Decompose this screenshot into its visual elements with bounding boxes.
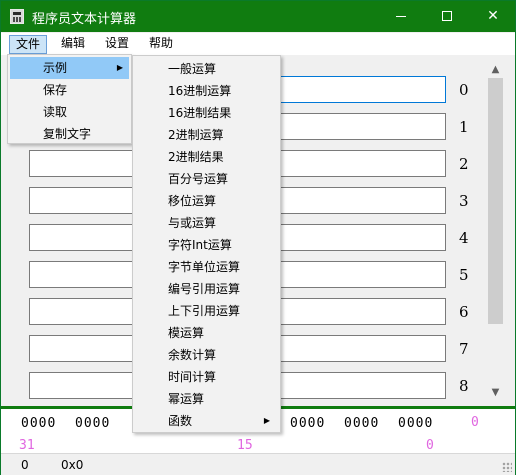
menu-file[interactable]: 文件 [9,35,48,54]
submenu-arrow-icon: ▶ [116,63,123,72]
example-item[interactable]: 与或运算 [135,212,278,234]
vertical-scrollbar[interactable]: ▲ ▼ [487,61,504,401]
example-item[interactable]: 字符Int运算 [135,234,278,256]
example-item[interactable]: 字节单位运算 [135,256,278,278]
example-item[interactable]: 幂运算 [135,388,278,410]
example-item[interactable]: 时间计算 [135,366,278,388]
close-button[interactable]: ✕ [470,1,516,32]
file-menu-item-load[interactable]: 读取 [10,101,129,123]
menu-help[interactable]: 帮助 [143,35,179,54]
example-item-functions[interactable]: 函数 ▶ [135,410,278,432]
file-menu-item-copy-text[interactable]: 复制文字 [10,123,129,145]
title-bar[interactable]: 程序员文本计算器 ✕ [1,1,515,32]
row-label-8: 8 [459,377,469,395]
menu-settings[interactable]: 设置 [99,35,135,54]
maximize-icon [442,11,452,21]
row-label-3: 3 [459,192,469,210]
scroll-up-icon[interactable]: ▲ [487,61,504,78]
bit-group: 0000 [290,416,326,431]
example-item[interactable]: 2进制运算 [135,124,278,146]
file-menu-item-save[interactable]: 保存 [10,79,129,101]
example-item[interactable]: 模运算 [135,322,278,344]
minimize-button[interactable] [378,1,424,32]
bit-group: 0000 [21,416,57,431]
minimize-icon [396,15,406,17]
example-item[interactable]: 上下引用运算 [135,300,278,322]
row-label-2: 2 [459,155,469,173]
example-item[interactable]: 16进制结果 [135,102,278,124]
example-item[interactable]: 一般运算 [135,58,278,80]
menu-edit[interactable]: 编辑 [55,35,91,54]
bit-index-label: 31 [19,438,35,453]
row-label-6: 6 [459,303,469,321]
scroll-down-icon[interactable]: ▼ [487,384,504,401]
status-decimal-value: 0 [21,458,29,472]
example-item[interactable]: 余数计算 [135,344,278,366]
bit-index-label: 0 [471,415,479,430]
example-item[interactable]: 2进制结果 [135,146,278,168]
calculator-icon [10,9,24,24]
bit-group: 0000 [344,416,380,431]
examples-submenu: 一般运算 16进制运算 16进制结果 2进制运算 2进制结果 百分号运算 移位运… [132,55,281,433]
row-label-4: 4 [459,229,469,247]
file-menu-dropdown: 示例 ▶ 保存 读取 复制文字 [7,54,132,144]
bit-group: 0000 [75,416,111,431]
bit-group: 0000 [398,416,434,431]
close-icon: ✕ [487,8,499,24]
scrollbar-thumb[interactable] [488,78,503,324]
example-item[interactable]: 16进制运算 [135,80,278,102]
row-label-5: 5 [459,266,469,284]
file-menu-item-label: 示例 [43,61,68,75]
file-menu-item-examples[interactable]: 示例 ▶ [10,57,129,79]
row-label-1: 1 [459,118,469,136]
bit-index-label: 0 [426,438,434,453]
example-item[interactable]: 移位运算 [135,190,278,212]
example-item[interactable]: 百分号运算 [135,168,278,190]
row-label-7: 7 [459,340,469,358]
example-item[interactable]: 编号引用运算 [135,278,278,300]
bit-index-label: 15 [237,438,253,453]
window-title: 程序员文本计算器 [32,12,137,27]
resize-grip-icon[interactable] [502,462,512,472]
submenu-arrow-icon: ▶ [263,416,270,425]
row-label-0: 0 [459,81,469,99]
status-hex-value: 0x0 [61,458,84,472]
maximize-button[interactable] [424,1,470,32]
menu-bar: 文件 编辑 设置 帮助 [1,33,515,55]
status-bar: 0 0x0 [1,453,515,475]
example-item-label: 函数 [168,414,193,428]
